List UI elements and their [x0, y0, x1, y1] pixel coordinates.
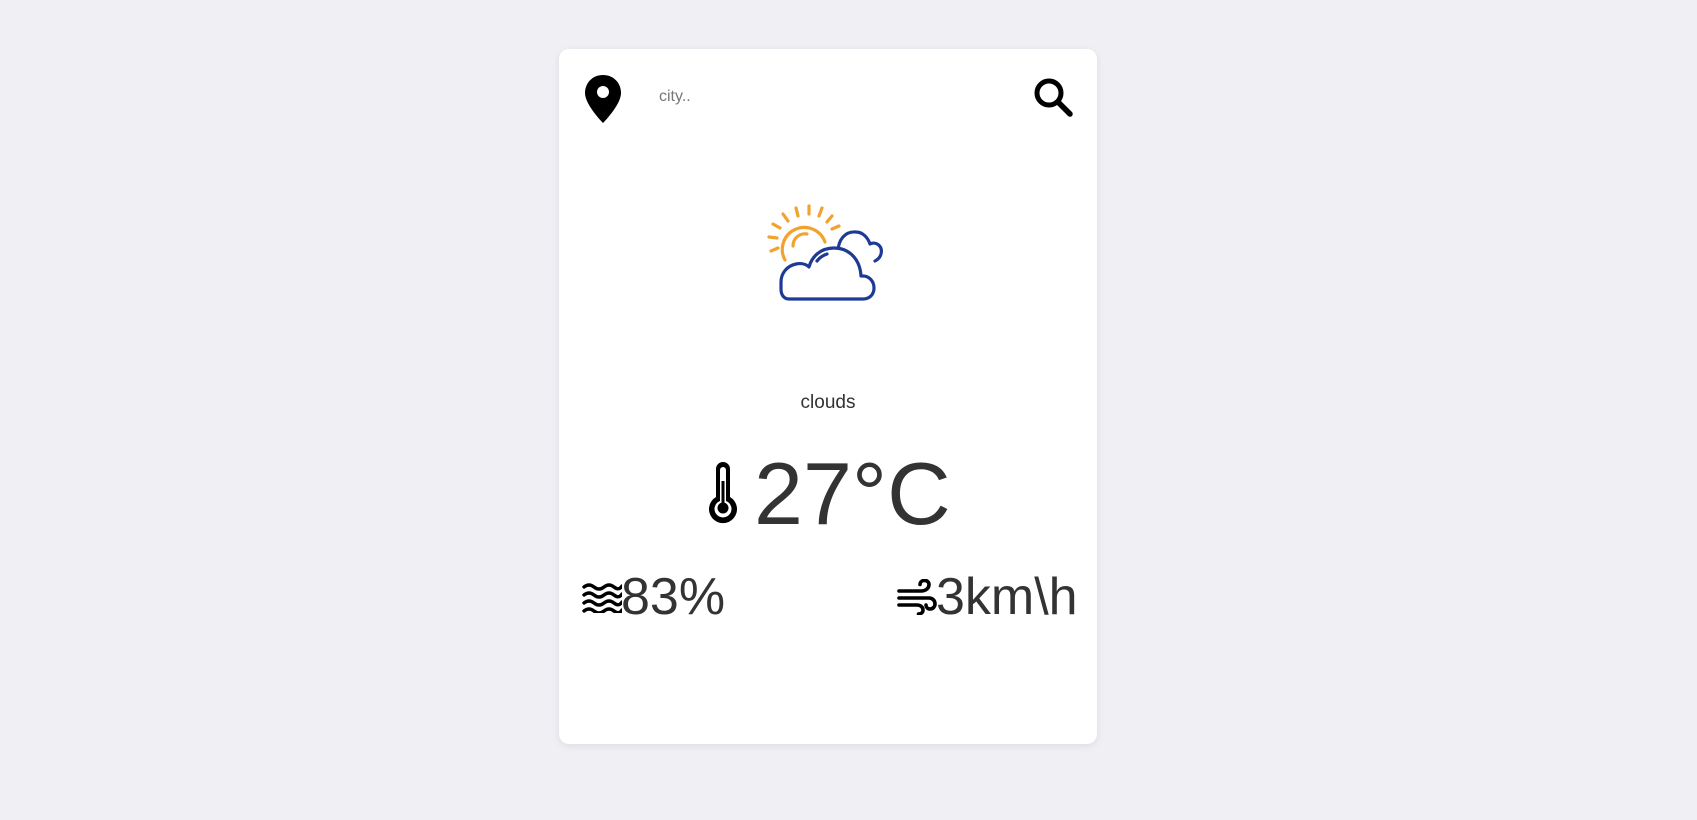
partly-cloudy-icon — [759, 204, 889, 314]
wind-value: 3km\h — [936, 568, 1078, 626]
search-bar — [559, 49, 1097, 149]
wind-icon — [897, 578, 937, 616]
city-search-input[interactable] — [655, 79, 963, 115]
humidity-value: 83% — [621, 568, 726, 626]
temperature-row: 27°C — [559, 444, 1097, 544]
weather-description: clouds — [800, 392, 856, 413]
temperature-value: 27°C — [754, 444, 951, 543]
search-button[interactable] — [1031, 75, 1075, 119]
weather-card: clouds 27°C 83% — [559, 49, 1097, 744]
water-waves-icon — [582, 581, 624, 615]
search-icon — [1031, 78, 1075, 122]
map-pin-icon — [583, 73, 623, 125]
thermometer-icon — [704, 461, 742, 525]
